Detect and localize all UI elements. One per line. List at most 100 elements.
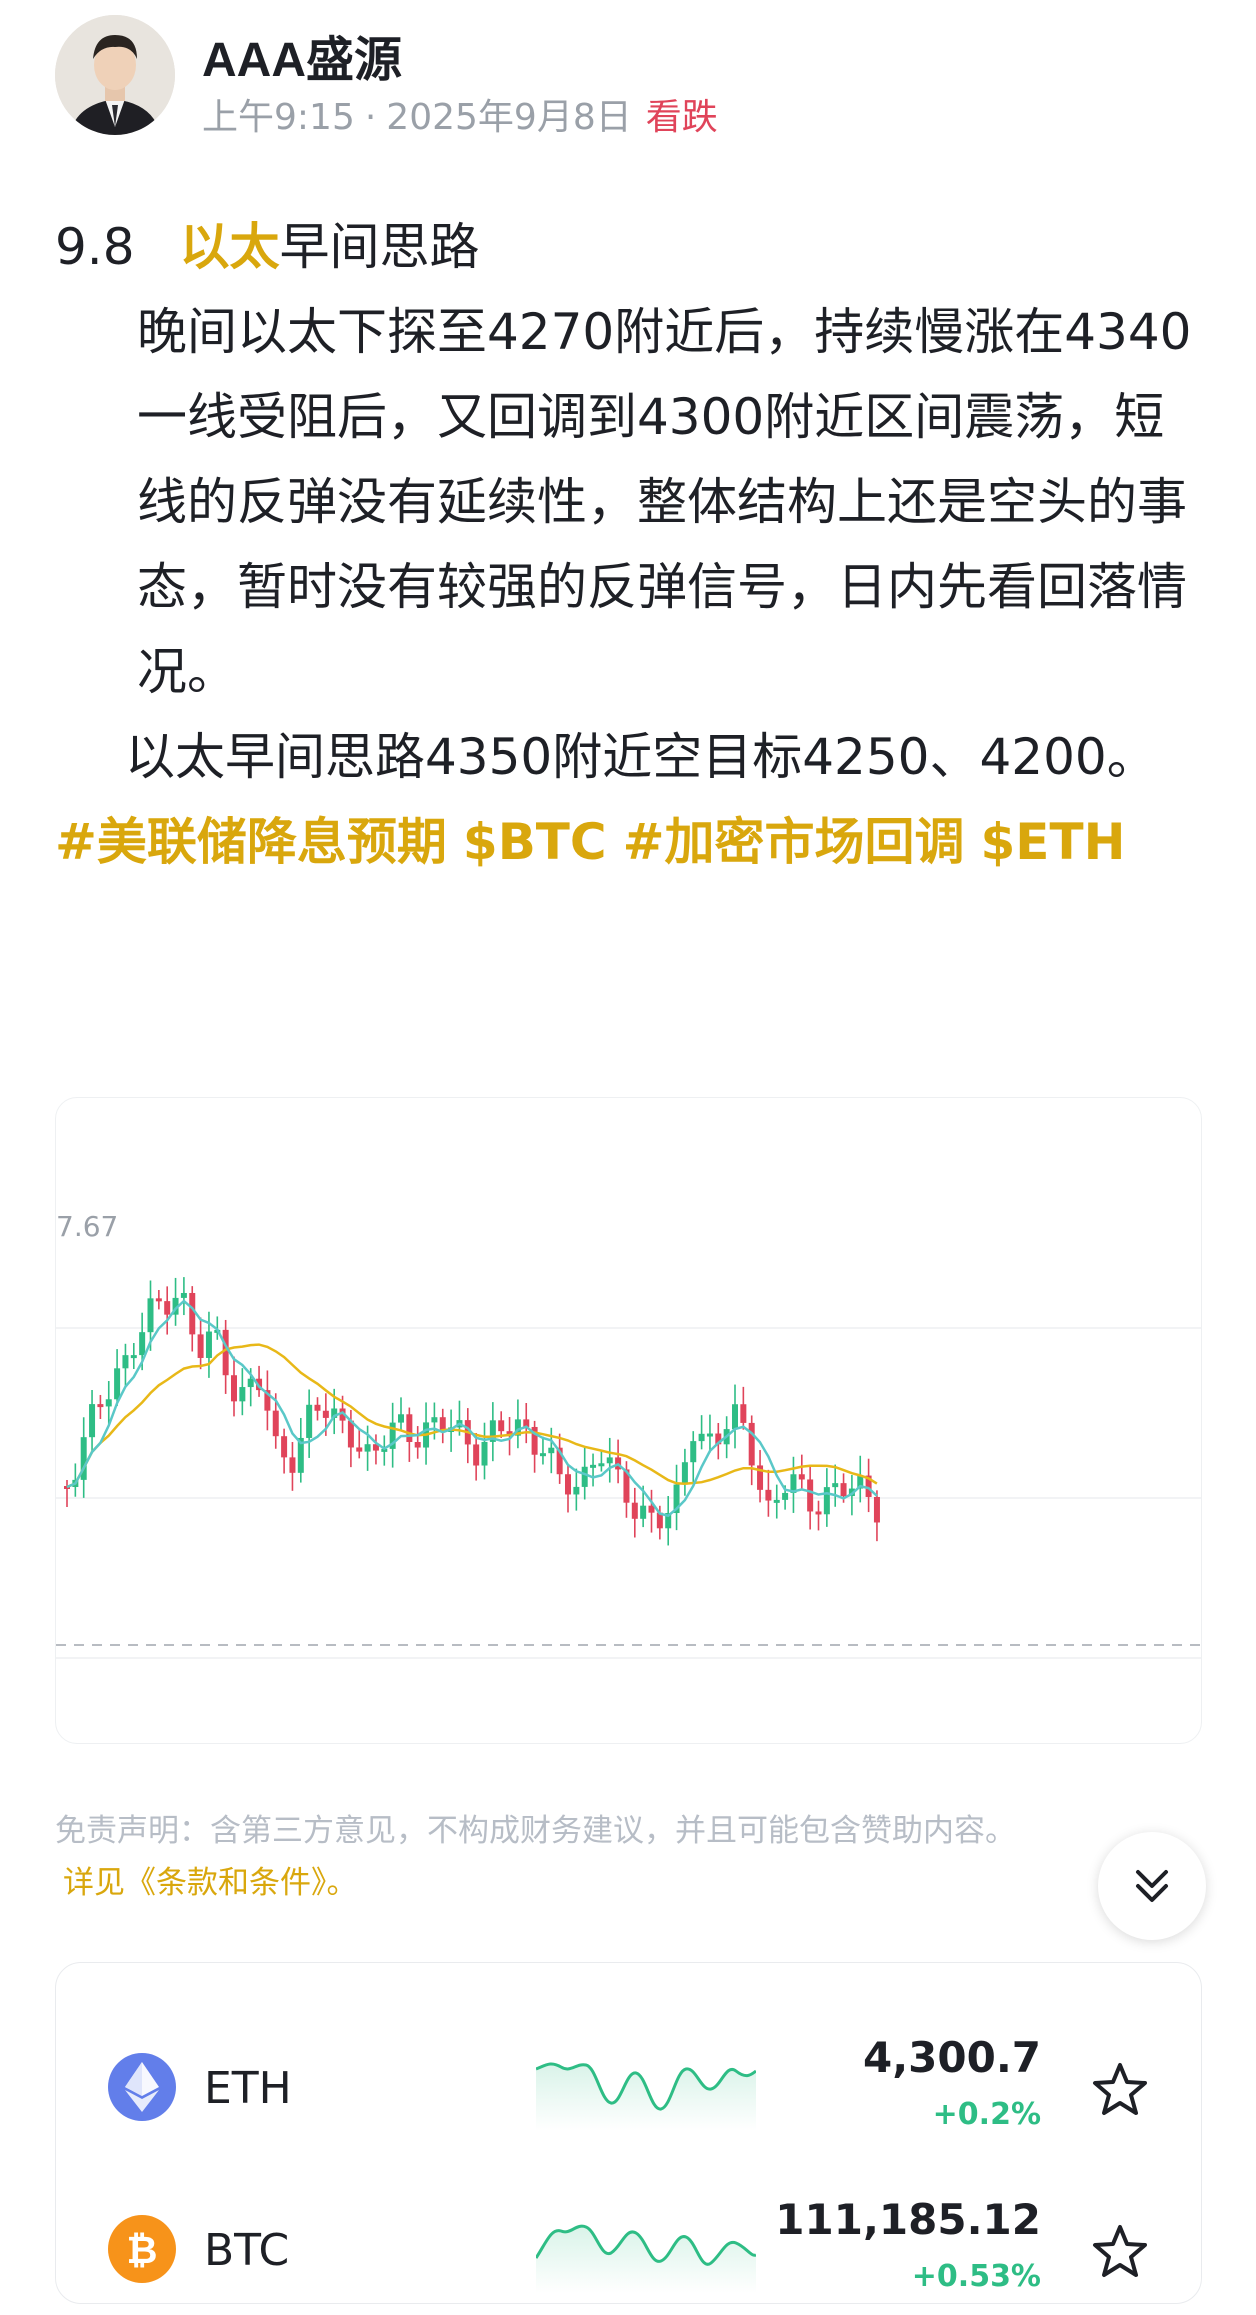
price-axis-label: 7.67 bbox=[56, 1210, 119, 1243]
asset-row-eth[interactable]: ETH 4,300.7 +0.2% bbox=[56, 2033, 1201, 2153]
candle-body bbox=[690, 1441, 697, 1463]
post-date: 2025年9月8日 bbox=[386, 97, 632, 138]
candle-body bbox=[322, 1410, 329, 1418]
candle-body bbox=[97, 1404, 104, 1408]
candles-group bbox=[64, 1277, 880, 1546]
candle-body bbox=[222, 1329, 229, 1376]
asset-price: 4,300.7 bbox=[862, 2033, 1041, 2082]
candle-body bbox=[105, 1399, 112, 1407]
slow-moving-average-line bbox=[66, 1343, 878, 1489]
author-avatar[interactable] bbox=[55, 15, 175, 135]
title-date: 9.8 bbox=[55, 218, 135, 276]
candle-body bbox=[498, 1420, 505, 1432]
asset-change: +0.2% bbox=[932, 2097, 1041, 2132]
candle-body bbox=[832, 1483, 839, 1488]
candle-body bbox=[314, 1404, 321, 1411]
tag-btc[interactable]: $BTC bbox=[463, 813, 607, 871]
candle-body bbox=[180, 1292, 187, 1298]
candle-body bbox=[840, 1483, 847, 1497]
candle-body bbox=[681, 1462, 688, 1485]
post-title: 9.8 以太早间思路 bbox=[55, 205, 1205, 290]
candle-body bbox=[306, 1404, 313, 1438]
candle-body bbox=[122, 1355, 129, 1369]
candle-body bbox=[590, 1464, 597, 1468]
candle-body bbox=[598, 1463, 605, 1467]
candle-body bbox=[565, 1474, 571, 1495]
candle-body bbox=[873, 1496, 880, 1523]
candle-body bbox=[548, 1447, 555, 1454]
candlestick-chart-card[interactable]: 7.67 bbox=[55, 1097, 1202, 1744]
meta-separator: · bbox=[364, 97, 377, 138]
candle-body bbox=[631, 1502, 638, 1519]
sentiment-badge: 看跌 bbox=[645, 97, 718, 138]
bitcoin-icon: ₿ bbox=[108, 2215, 176, 2283]
candle-body bbox=[748, 1422, 755, 1466]
candle-body bbox=[189, 1292, 196, 1335]
candle-body bbox=[398, 1414, 404, 1423]
candle-body bbox=[139, 1332, 146, 1356]
candle-body bbox=[155, 1298, 162, 1302]
tag-fed-rate-cut[interactable]: #美联储降息预期 bbox=[55, 813, 447, 871]
candle-body bbox=[606, 1457, 613, 1464]
star-icon[interactable] bbox=[1091, 2223, 1149, 2281]
tag-crypto-pullback[interactable]: #加密市场回调 bbox=[623, 813, 965, 871]
post-header: AAA盛源 上午9:15 · 2025年9月8日 看跌 bbox=[0, 0, 1256, 160]
candlestick-chart bbox=[56, 1277, 1201, 1659]
svg-text:₿: ₿ bbox=[127, 2228, 158, 2272]
candle-body bbox=[740, 1404, 747, 1423]
candle-body bbox=[765, 1489, 772, 1501]
candle-body bbox=[782, 1492, 789, 1500]
price-sparkline bbox=[536, 2062, 756, 2131]
post-time: 上午9:15 bbox=[202, 97, 355, 138]
candle-body bbox=[539, 1453, 546, 1457]
post-paragraph-2: 以太早间思路4350附近空目标4250、4200。 bbox=[125, 728, 1157, 786]
disclaimer-text: 免责声明：含第三方意见，不构成财务建议，并且可能包含赞助内容。 bbox=[55, 1813, 1016, 1849]
candle-body bbox=[807, 1479, 814, 1512]
post-paragraph-1: 晚间以太下探至4270附近后，持续慢涨在4340一线受阻后，又回调到4300附近… bbox=[137, 303, 1192, 701]
candle-body bbox=[364, 1444, 371, 1452]
candle-body bbox=[773, 1499, 780, 1503]
candle-body bbox=[356, 1447, 363, 1452]
post-body: 9.8 以太早间思路 晚间以太下探至4270附近后，持续慢涨在4340一线受阻后，… bbox=[55, 205, 1205, 885]
post-tags: #美联储降息预期 $BTC #加密市场回调 $ETH bbox=[55, 800, 1205, 885]
title-highlight: 以太 bbox=[179, 218, 280, 276]
candle-body bbox=[272, 1410, 279, 1437]
candle-body bbox=[406, 1414, 413, 1443]
candle-body bbox=[89, 1404, 96, 1438]
candle-body bbox=[640, 1505, 647, 1519]
candle-body bbox=[732, 1404, 738, 1430]
candle-body bbox=[114, 1368, 121, 1400]
candle-body bbox=[164, 1301, 171, 1315]
candle-body bbox=[473, 1444, 480, 1466]
scroll-down-button[interactable] bbox=[1098, 1832, 1206, 1940]
candle-body bbox=[130, 1355, 137, 1359]
fast-moving-average-line bbox=[66, 1299, 878, 1518]
candle-body bbox=[431, 1417, 438, 1423]
candle-body bbox=[698, 1433, 705, 1442]
asset-row-btc[interactable]: ₿ BTC 111,185.12 +0.53% bbox=[56, 2195, 1201, 2315]
asset-symbol: BTC bbox=[204, 2225, 290, 2276]
candle-body bbox=[581, 1466, 588, 1487]
disclaimer: 免责声明：含第三方意见，不构成财务建议，并且可能包含赞助内容。 详见《条款和条件… bbox=[55, 1805, 1105, 1909]
candle-body bbox=[147, 1298, 154, 1333]
candle-body bbox=[798, 1474, 805, 1480]
tag-eth[interactable]: $ETH bbox=[981, 813, 1126, 871]
candle-body bbox=[247, 1378, 254, 1388]
related-assets-card: ETH 4,300.7 +0.2% ₿ BTC 111,185.12 +0.53… bbox=[55, 1962, 1202, 2304]
candle-body bbox=[197, 1334, 204, 1358]
terms-link[interactable]: 详见《条款和条件》。 bbox=[63, 1857, 1105, 1909]
star-icon[interactable] bbox=[1091, 2061, 1149, 2119]
candle-body bbox=[823, 1487, 830, 1515]
title-rest: 早间思路 bbox=[279, 218, 480, 276]
candle-body bbox=[573, 1486, 580, 1495]
ethereum-icon bbox=[108, 2053, 176, 2121]
candle-body bbox=[289, 1457, 296, 1473]
candle-body bbox=[414, 1442, 421, 1448]
candle-body bbox=[481, 1441, 488, 1466]
asset-symbol: ETH bbox=[204, 2063, 292, 2114]
post-meta: 上午9:15 · 2025年9月8日 看跌 bbox=[202, 88, 718, 140]
author-name[interactable]: AAA盛源 bbox=[202, 20, 402, 90]
candle-body bbox=[706, 1433, 713, 1437]
double-chevron-down-icon bbox=[1136, 1870, 1168, 1902]
candle-body bbox=[281, 1436, 288, 1458]
